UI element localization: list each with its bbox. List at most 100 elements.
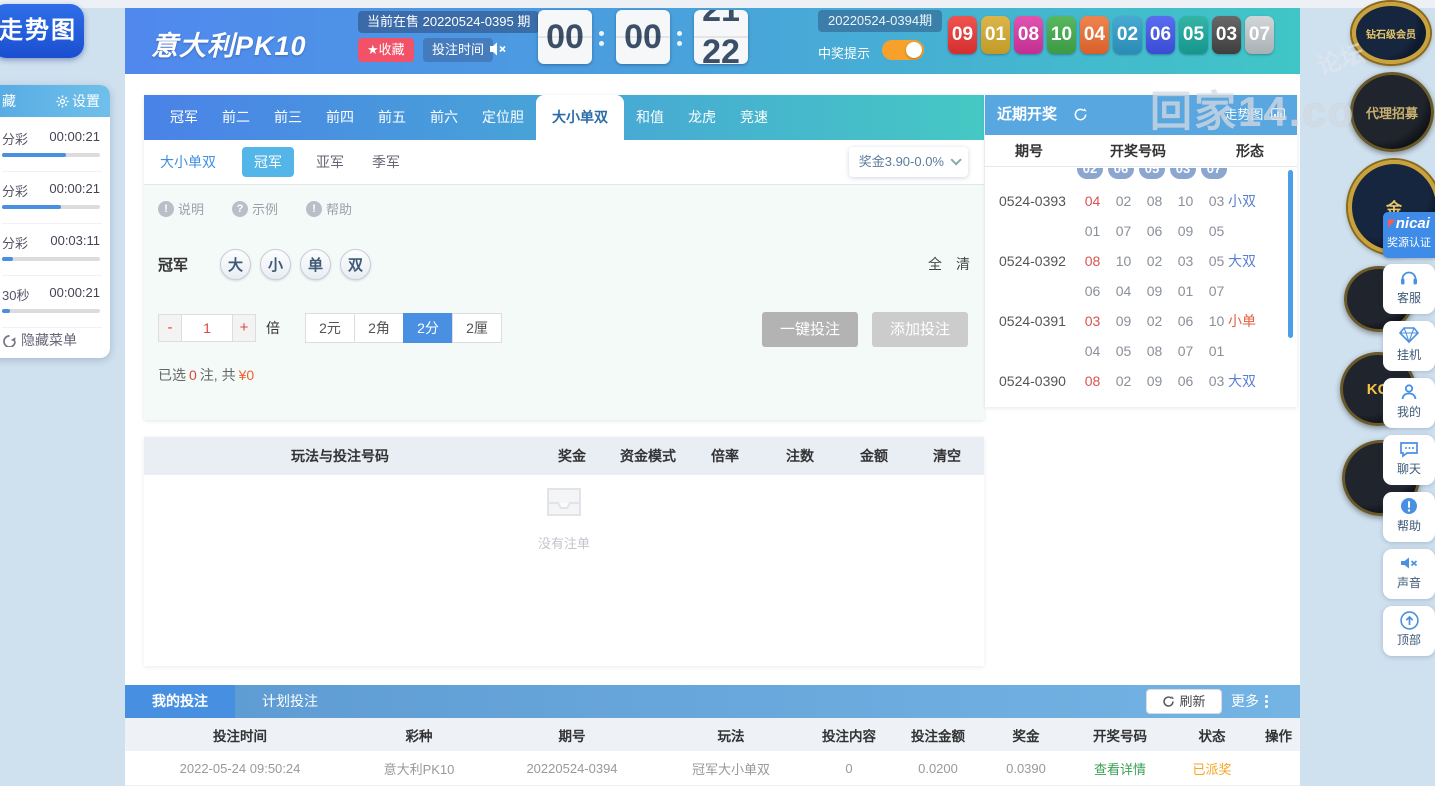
- more-dots-icon[interactable]: [1265, 693, 1269, 710]
- bet-options: 大小单双: [220, 248, 380, 280]
- unit-button-2厘[interactable]: 2厘: [452, 313, 502, 343]
- sub-tab-冠军[interactable]: 冠军: [242, 147, 294, 177]
- bet-time-button[interactable]: 投注时间: [423, 38, 494, 62]
- refresh-icon: [1163, 695, 1175, 707]
- game-tab-定位胆[interactable]: 定位胆: [470, 95, 536, 140]
- timer-progress-track: [2, 309, 100, 313]
- help-link-示例[interactable]: ? 示例: [232, 199, 278, 218]
- badge-diamond-member[interactable]: 钻石级会员: [1352, 2, 1430, 64]
- bet-option-小[interactable]: 小: [260, 248, 292, 280]
- bet-option-双[interactable]: 双: [340, 248, 372, 280]
- my-bets-tab-计划投注[interactable]: 计划投注: [235, 685, 345, 718]
- unit-button-2角[interactable]: 2角: [354, 313, 404, 343]
- sub-tabs: 冠军 亚军 季军: [242, 147, 428, 177]
- win-tip-toggle[interactable]: [882, 40, 924, 60]
- recent-column-header: 期号: [1015, 142, 1043, 159]
- rail-button-我的[interactable]: 我的: [1383, 378, 1435, 428]
- prize-source-cert[interactable]: ◤nicai 奖源认证: [1383, 212, 1435, 258]
- draw-number: 02: [1115, 373, 1132, 389]
- unit-button-2元[interactable]: 2元: [305, 313, 355, 343]
- multiplier-minus-button[interactable]: -: [158, 314, 182, 342]
- game-tab-前三[interactable]: 前三: [262, 95, 314, 140]
- sub-group-label[interactable]: 大小单双: [160, 152, 216, 172]
- draw-number: 01: [1084, 223, 1101, 239]
- select-all-button[interactable]: 全: [928, 254, 942, 274]
- recent-draw-rows: 0524-0393 04 02 08 10 03 01 07 06 09 05 小双 0524-0392…: [985, 186, 1297, 407]
- draw-issue: 0524-0390: [999, 373, 1066, 389]
- my-bets-column-header: 玩法: [717, 728, 745, 744]
- game-tab-冠军[interactable]: 冠军: [158, 95, 210, 140]
- timer-progress-fill: [2, 153, 66, 157]
- game-tab-大小单双[interactable]: 大小单双: [536, 95, 624, 140]
- timer-label: 分彩: [2, 132, 29, 147]
- bet-option-单[interactable]: 单: [300, 248, 332, 280]
- summary-count: 0: [189, 367, 197, 383]
- rail-button-挂机[interactable]: 挂机: [1383, 321, 1435, 371]
- timer-progress-fill: [2, 205, 61, 209]
- game-tab-前四[interactable]: 前四: [314, 95, 366, 140]
- unit-button-2分[interactable]: 2分: [403, 313, 453, 343]
- favorites-label[interactable]: 藏: [2, 85, 16, 117]
- multiplier-plus-button[interactable]: +: [232, 314, 256, 342]
- refresh-icon[interactable]: [1073, 107, 1088, 122]
- hide-menu-button[interactable]: 隐藏菜单: [2, 330, 77, 350]
- add-bet-button[interactable]: 添加投注: [872, 312, 968, 347]
- rail-button-顶部[interactable]: 顶部: [1383, 606, 1435, 656]
- left-timer-panel: 藏 设置 分彩 00:00:21 分彩 00:00:21 分彩 00:03:11 30秒 00…: [0, 85, 110, 358]
- lottery-ball: 04: [1080, 16, 1109, 54]
- sub-tab-季军[interactable]: 季军: [372, 152, 400, 172]
- rail-button-label: 顶部: [1396, 633, 1421, 647]
- favorite-button[interactable]: ★收藏: [358, 38, 414, 62]
- mute-icon[interactable]: [489, 41, 507, 57]
- settings-button[interactable]: 设置: [56, 85, 100, 117]
- game-tab-竞速[interactable]: 竞速: [728, 95, 780, 140]
- rail-button-客服[interactable]: 客服: [1383, 264, 1435, 314]
- unit-group: 2元 2角 2分 2厘: [305, 313, 502, 343]
- sub-tab-亚军[interactable]: 亚军: [316, 152, 344, 172]
- draw-pattern: 小双: [1228, 193, 1256, 209]
- game-tab-前五[interactable]: 前五: [366, 95, 418, 140]
- multiplier-input[interactable]: [182, 314, 232, 342]
- timer-row: 分彩 00:03:11: [2, 229, 102, 269]
- rail-button-聊天[interactable]: 聊天: [1383, 435, 1435, 485]
- rail-button-帮助[interactable]: 帮助: [1383, 492, 1435, 542]
- refresh-label: 刷新: [1179, 694, 1206, 709]
- badge-agent-recruit[interactable]: 代理招募: [1350, 72, 1434, 152]
- bet-issue: 20220524-0394: [526, 760, 618, 776]
- trend-chart-logo[interactable]: 走势图: [0, 4, 84, 58]
- help-link-说明[interactable]: ! 说明: [158, 199, 204, 218]
- more-link[interactable]: 更多: [1231, 685, 1259, 718]
- headset-icon: [1383, 269, 1435, 289]
- quick-bet-button[interactable]: 一键投注: [762, 312, 858, 347]
- my-bets-table-row: 2022-05-24 09:50:24 意大利PK10 20220524-0394 冠…: [125, 751, 1300, 786]
- bet-amount: 0.0200: [918, 760, 958, 776]
- bet-body: !说明?示例!帮助 冠军 大小单双 全 清 - + 倍 2元2角2分2厘 一键投…: [144, 184, 984, 420]
- trend-link-label: 走势图: [1224, 107, 1264, 122]
- game-tab-前六[interactable]: 前六: [418, 95, 470, 140]
- my-bets-tab-我的投注[interactable]: 我的投注: [125, 685, 235, 718]
- game-tab-龙虎[interactable]: 龙虎: [676, 95, 728, 140]
- bet-content: 0: [845, 760, 853, 776]
- bet-option-大[interactable]: 大: [220, 248, 252, 280]
- scrollbar-thumb[interactable]: [1288, 170, 1293, 338]
- speaker-mute-icon: [1383, 554, 1435, 574]
- draw-numbers: 04 02 08 10 03: [1077, 186, 1232, 216]
- recent-draws-title: 近期开奖: [997, 106, 1058, 123]
- bet-slip-empty-state: 没有注单: [144, 485, 984, 552]
- clear-selection-button[interactable]: 清: [956, 254, 970, 274]
- hide-menu-icon: [3, 335, 16, 347]
- game-tab-和值[interactable]: 和值: [624, 95, 676, 140]
- draw-numbers: 04 05 08 07 01: [1077, 336, 1232, 366]
- bonus-dropdown[interactable]: 奖金3.90-0.0%: [848, 147, 968, 177]
- draw-number: 09: [1146, 373, 1163, 389]
- timer-seconds-card: 21 22: [694, 10, 748, 64]
- timer-progress-track: [2, 205, 100, 209]
- help-link-帮助[interactable]: ! 帮助: [306, 199, 352, 218]
- draw-detail-link[interactable]: 查看详情: [1073, 759, 1167, 778]
- empty-text: 没有注单: [537, 536, 590, 551]
- game-tab-前二[interactable]: 前二: [210, 95, 262, 140]
- rail-button-声音[interactable]: 声音: [1383, 549, 1435, 599]
- trend-chart-link[interactable]: 走势图: [1224, 95, 1285, 135]
- refresh-button[interactable]: 刷新: [1146, 689, 1222, 714]
- bet-slip-header: 玩法与投注号码 奖金 资金模式 倍率 注数 金额 清空: [144, 437, 984, 475]
